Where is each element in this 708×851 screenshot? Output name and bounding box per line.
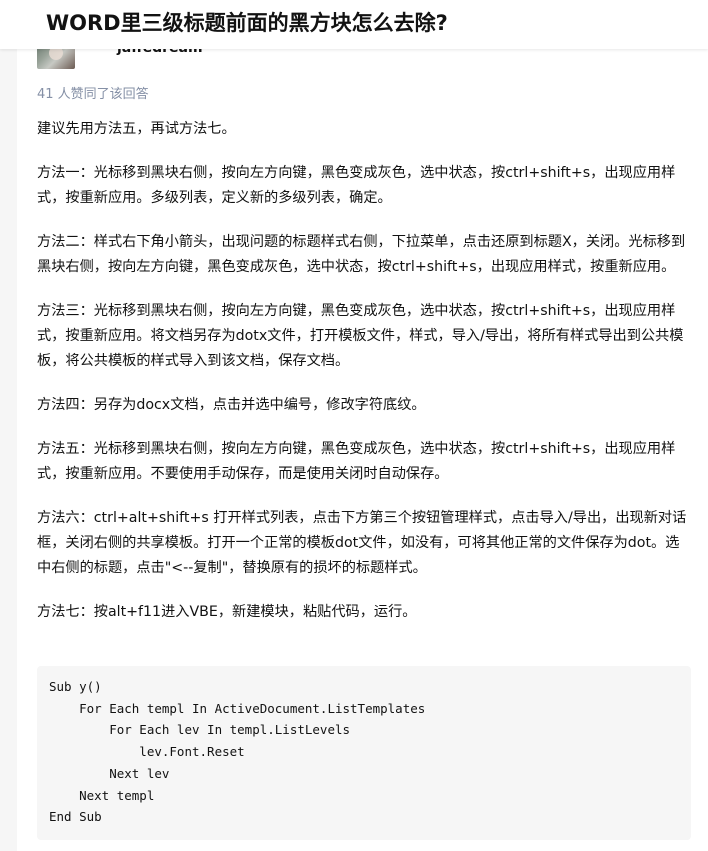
answer-paragraph: 方法六：ctrl+alt+shift+s 打开样式列表，点击下方第三个按钮管理样… [37,510,687,576]
question-title[interactable]: WORD里三级标题前面的黑方块怎么去除? [46,7,448,39]
code-line: End Sub [49,809,102,825]
sticky-question-header: WORD里三级标题前面的黑方块怎么去除? [0,0,708,49]
code-line: For Each lev In templ.ListLevels [49,722,351,738]
answer-content: 建议先用方法五，再试方法七。 方法一：光标移到黑块右侧，按向左方向键，黑色变成灰… [37,117,693,644]
answer-paragraph: 方法四：另存为docx文档，点击并选中编号，修改字符底纹。 [37,397,426,413]
answer-paragraph: 方法一：光标移到黑块右侧，按向左方向键，黑色变成灰色，选中状态，按ctrl+sh… [37,165,676,206]
vote-count: 41 人赞同了该回答 [37,87,149,102]
answer-paragraph: 方法三：光标移到黑块右侧，按向左方向键，黑色变成灰色，选中状态，按ctrl+sh… [37,303,684,369]
code-line: For Each templ In ActiveDocument.ListTem… [49,700,426,716]
code-line: Sub y() [49,679,102,694]
code-line: lev.Font.Reset [49,744,245,760]
answer-paragraph: 方法五：光标移到黑块右侧，按向左方向键，黑色变成灰色，选中状态，按ctrl+sh… [37,441,676,482]
answer-paragraph: 方法二：样式右下角小箭头，出现问题的标题样式右侧，下拉菜单，点击还原到标题X，关… [37,234,686,275]
code-block[interactable]: Sub y() For Each templ In ActiveDocument… [37,666,691,840]
code-line: Next templ [49,787,155,803]
answer-paragraph: 建议先用方法五，再试方法七。 [37,121,236,137]
code-text: Sub y() For Each templ In ActiveDocument… [49,676,679,828]
code-line: Next lev [49,765,170,781]
page: WORD里三级标题前面的黑方块怎么去除? jaffedream 41 人赞同了该… [0,0,708,851]
answer-paragraph: 方法七：按alt+f11进入VBE，新建模块，粘贴代码，运行。 [37,604,417,620]
